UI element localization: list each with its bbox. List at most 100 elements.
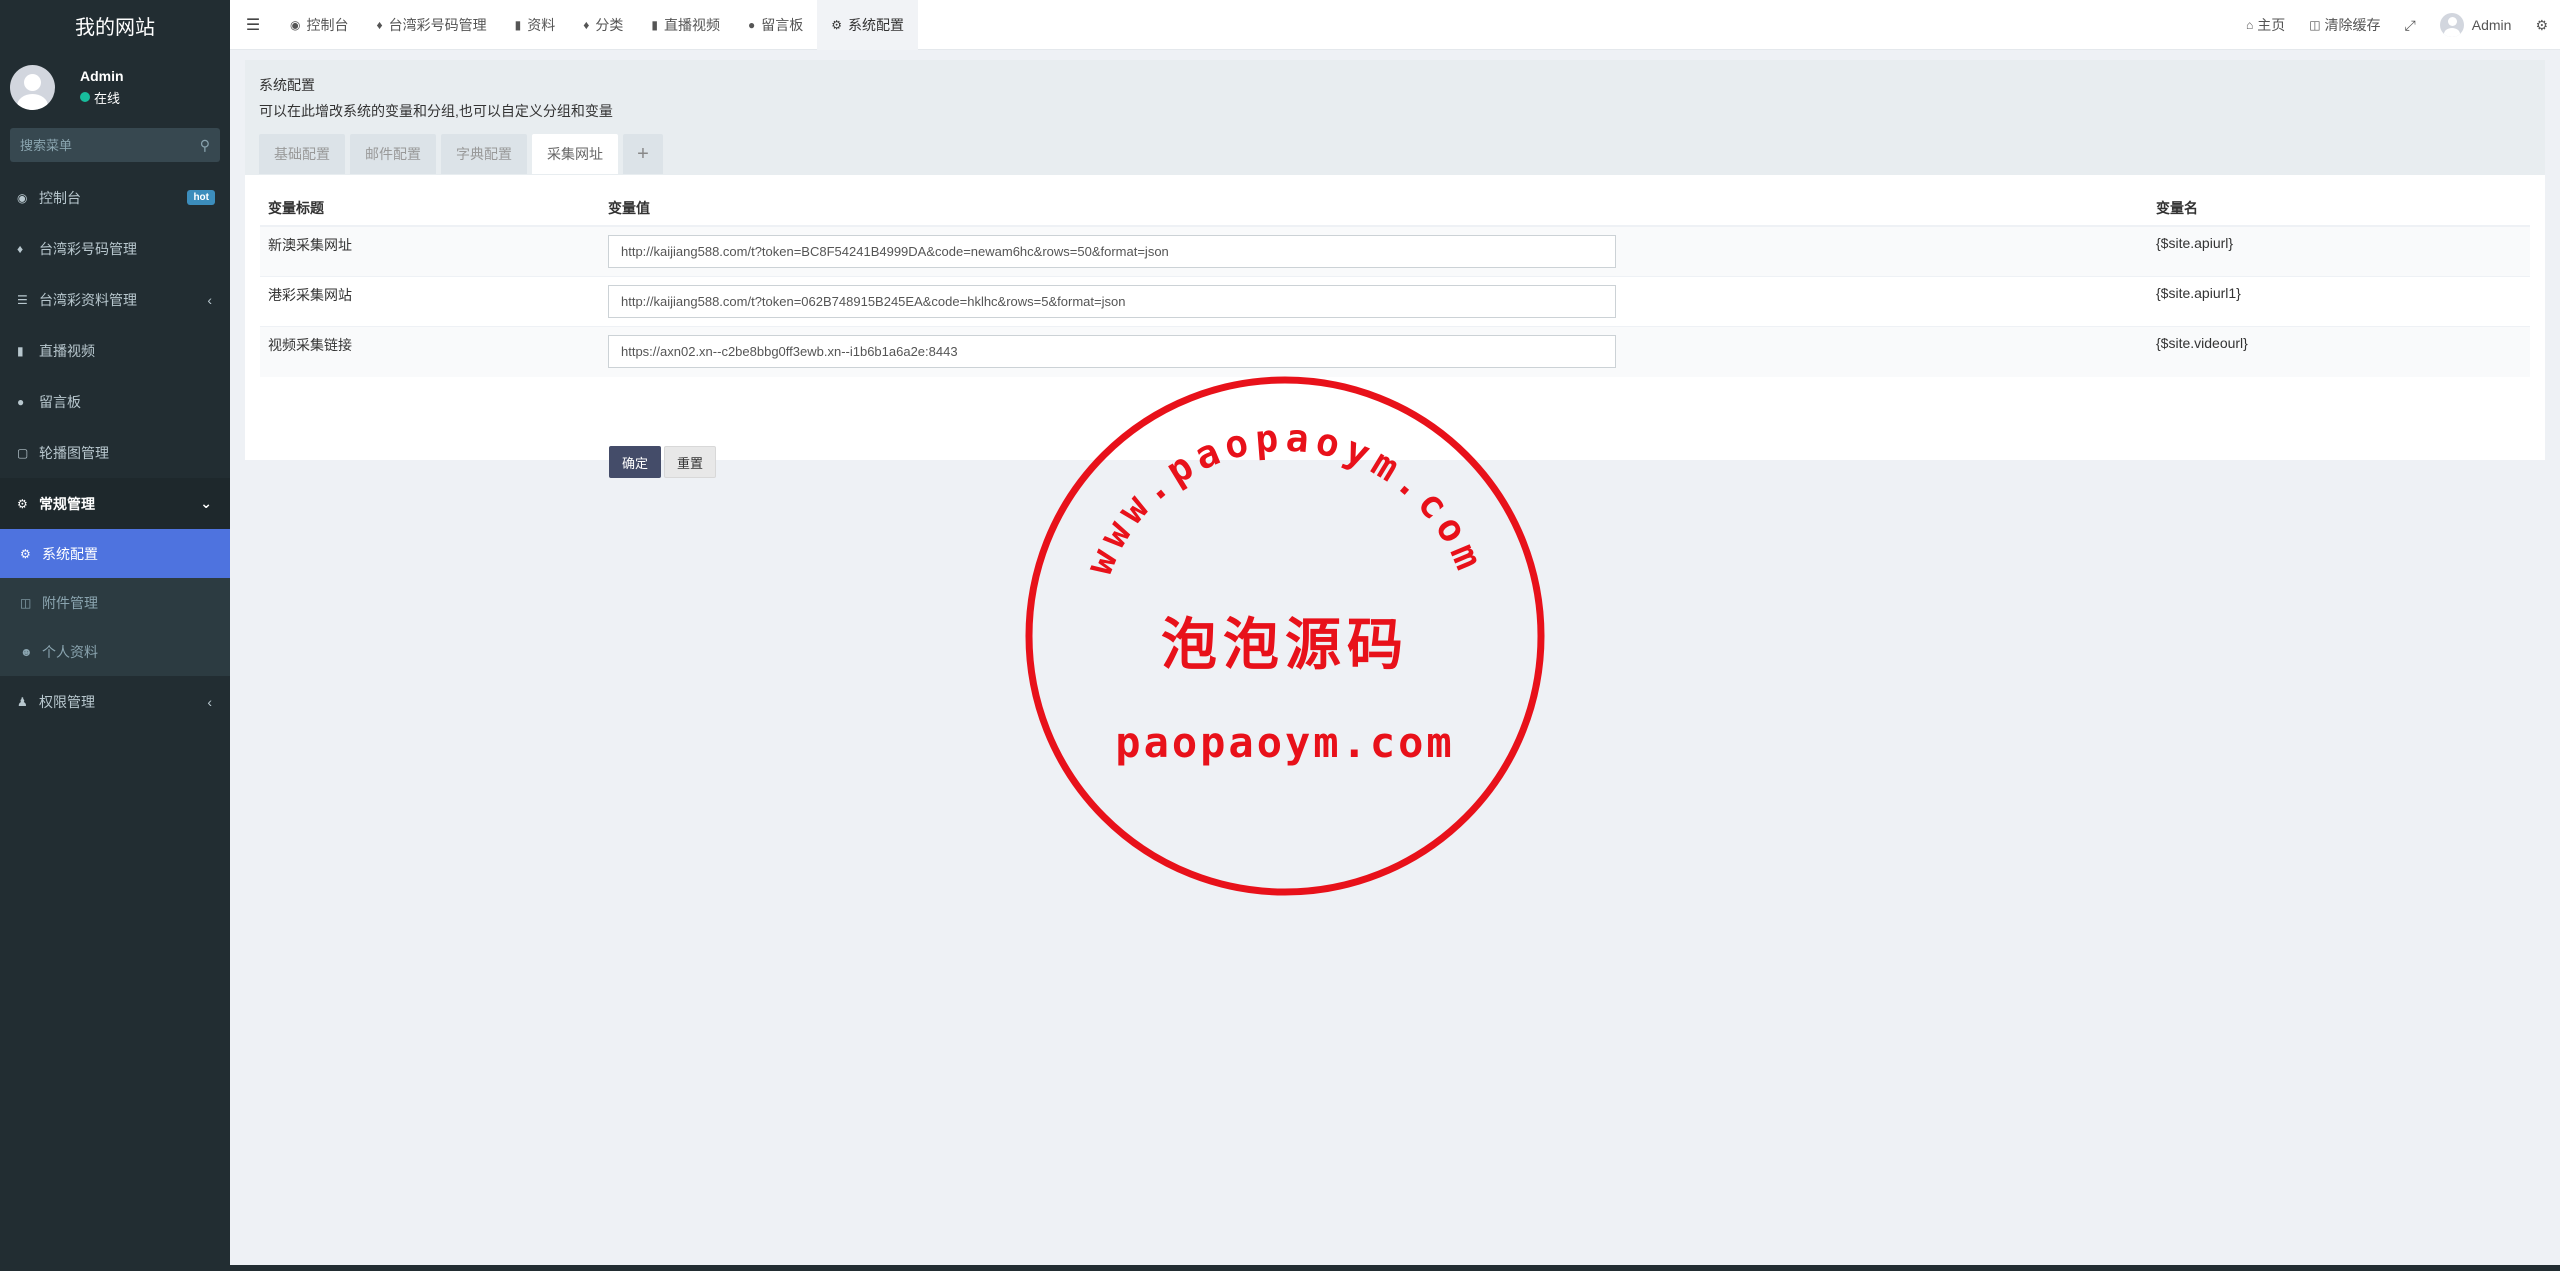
gear-icon: ⚙ (831, 17, 842, 32)
stamp-center-text: 泡泡源码 (1161, 612, 1409, 678)
sidebar-item-label: 台湾彩资料管理 (39, 291, 137, 308)
video-icon: ▮ (17, 343, 24, 358)
submit-button[interactable]: 确定 (609, 446, 662, 478)
reset-button[interactable]: 重置 (664, 446, 717, 478)
sidebar-item-attachments[interactable]: ◫ 附件管理 (0, 578, 230, 627)
page-title: 系统配置 (259, 77, 315, 93)
variable-name: {$site.apiurl1} (2148, 276, 2530, 327)
variable-value-input[interactable] (608, 235, 1616, 268)
tab-label: 资料 (527, 16, 556, 33)
top-navbar: ☰ ◉ 控制台 ♦ 台湾彩号码管理 ▮ 资料 ♦ 分类 ▮ 直播视频 ● 留言板… (230, 0, 2560, 50)
settings-cogs-icon[interactable]: ⚙ (2523, 0, 2560, 50)
hot-badge: hot (187, 190, 215, 205)
user-menu[interactable]: Admin (2428, 0, 2524, 50)
menu-toggle-icon[interactable]: ☰ (230, 0, 276, 50)
page-description: 可以在此增改系统的变量和分组,也可以自定义分组和变量 (259, 103, 613, 119)
sidebar-item-label: 直播视频 (39, 342, 95, 359)
variable-title: 视频采集链接 (260, 326, 600, 377)
column-header: 变量标题 (260, 190, 600, 227)
cogs-icon: ⚙ (17, 496, 28, 511)
tab-category[interactable]: ♦ 分类 (569, 0, 637, 50)
table-row: 港彩采集网站 {$site.apiurl1} (260, 276, 2530, 327)
table-row: 新澳采集网址 {$site.apiurl} (260, 225, 2530, 277)
user-panel: Admin 在线 (0, 50, 230, 124)
sidebar-item-permissions[interactable]: ♟ 权限管理 ‹ (0, 676, 230, 727)
comment-icon: ● (747, 17, 756, 32)
bell-icon: ♦ (376, 17, 383, 32)
tab-collect-urls[interactable]: 采集网址 (532, 134, 618, 174)
sidebar-search-input[interactable] (20, 137, 200, 153)
variable-value-input[interactable] (608, 285, 1616, 318)
tab-dictionary-config[interactable]: 字典配置 (441, 134, 527, 174)
sidebar: 我的网站 Admin 在线 ⚲ ◉ 控制台 hot ♦ 台湾彩号码管理 ☰ 台湾… (0, 0, 230, 1271)
file-image-icon: ◫ (20, 595, 32, 610)
config-table: 变量标题 变量值 变量名 新澳采集网址 {$site.apiurl} 港彩采集网… (260, 190, 2530, 377)
comment-icon: ● (17, 394, 25, 409)
sidebar-item-label: 轮播图管理 (39, 444, 109, 461)
navbar-right: ⌂ 主页 ◫ 清除缓存 ⤢ Admin ⚙ (2234, 0, 2560, 50)
user-avatar (2439, 13, 2464, 37)
user-icon: ☻ (20, 644, 33, 659)
sidebar-item-general[interactable]: ⚙ 常规管理 ⌄ (0, 478, 230, 529)
tab-email-config[interactable]: 邮件配置 (350, 134, 436, 174)
variable-name: {$site.apiurl} (2148, 225, 2530, 277)
column-header: 变量名 (2148, 190, 2530, 227)
tab-data[interactable]: ▮ 资料 (501, 0, 570, 50)
variable-name: {$site.videourl} (2148, 326, 2530, 377)
video-icon: ▮ (651, 17, 658, 32)
config-panel: 系统配置 可以在此增改系统的变量和分组,也可以自定义分组和变量 基础配置 邮件配… (245, 60, 2545, 478)
trash-icon: ◫ (2309, 18, 2321, 32)
sidebar-item-profile[interactable]: ☻ 个人资料 (0, 627, 230, 676)
sidebar-item-tw-data[interactable]: ☰ 台湾彩资料管理 ‹ (0, 274, 230, 325)
sidebar-menu: ◉ 控制台 hot ♦ 台湾彩号码管理 ☰ 台湾彩资料管理 ‹ ▮ 直播视频 ●… (0, 172, 230, 727)
sidebar-item-tw-numbers[interactable]: ♦ 台湾彩号码管理 (0, 223, 230, 274)
tab-basic-config[interactable]: 基础配置 (259, 134, 345, 174)
sidebar-item-system-config[interactable]: ⚙ 系统配置 (0, 529, 230, 578)
home-label: 主页 (2257, 17, 2286, 33)
tab-guestbook[interactable]: ● 留言板 (734, 0, 817, 50)
tab-label: 系统配置 (847, 16, 904, 33)
sidebar-item-label: 常规管理 (39, 495, 95, 512)
tab-system-config[interactable]: ⚙ 系统配置 (817, 0, 918, 50)
fullscreen-icon[interactable]: ⤢ (2393, 0, 2428, 50)
users-icon: ♟ (17, 694, 28, 709)
user-name: Admin (80, 67, 124, 84)
bell-icon: ♦ (17, 241, 24, 256)
bookmark-icon: ▮ (514, 17, 522, 32)
panel-heading: 系统配置 可以在此增改系统的变量和分组,也可以自定义分组和变量 基础配置 邮件配… (245, 60, 2545, 175)
tab-label: 分类 (595, 16, 624, 33)
home-link[interactable]: ⌂ 主页 (2234, 0, 2297, 50)
sidebar-item-label: 控制台 (39, 189, 81, 206)
variable-value-input[interactable] (608, 335, 1616, 368)
user-avatar (10, 64, 55, 110)
chevron-left-icon: ‹ (207, 291, 212, 308)
sidebar-item-live-video[interactable]: ▮ 直播视频 (0, 325, 230, 376)
user-menu-label: Admin (2471, 17, 2512, 33)
sidebar-item-label: 附件管理 (42, 594, 98, 611)
sidebar-item-dashboard[interactable]: ◉ 控制台 hot (0, 172, 230, 223)
online-dot-icon (80, 92, 90, 102)
site-logo[interactable]: 我的网站 (0, 0, 230, 50)
sidebar-item-carousel[interactable]: ▢ 轮播图管理 (0, 427, 230, 478)
add-tab-button[interactable]: + (623, 134, 663, 174)
config-tabs: 基础配置 邮件配置 字典配置 采集网址 + (259, 134, 2531, 174)
sidebar-item-guestbook[interactable]: ● 留言板 (0, 376, 230, 427)
variable-title: 港彩采集网站 (260, 276, 600, 327)
tab-live-video[interactable]: ▮ 直播视频 (637, 0, 734, 50)
chevron-left-icon: ‹ (207, 693, 212, 710)
table-row: 视频采集链接 {$site.videourl} (260, 326, 2530, 377)
sidebar-item-label: 系统配置 (42, 545, 98, 562)
tab-tw-numbers[interactable]: ♦ 台湾彩号码管理 (362, 0, 500, 50)
stamp-bottom-text: paopaoym.com (1115, 718, 1455, 767)
bell-icon: ♦ (583, 17, 590, 32)
search-icon[interactable]: ⚲ (200, 137, 210, 154)
tab-dashboard[interactable]: ◉ 控制台 (276, 0, 362, 50)
image-icon: ▢ (17, 445, 29, 460)
column-header: 变量值 (600, 190, 2148, 227)
tab-label: 台湾彩号码管理 (388, 16, 487, 33)
sidebar-item-label: 台湾彩号码管理 (39, 240, 137, 257)
chevron-down-icon: ⌄ (200, 495, 212, 511)
gear-icon: ⚙ (20, 546, 31, 561)
dashboard-icon: ◉ (17, 190, 28, 205)
clear-cache-button[interactable]: ◫ 清除缓存 (2297, 0, 2392, 50)
